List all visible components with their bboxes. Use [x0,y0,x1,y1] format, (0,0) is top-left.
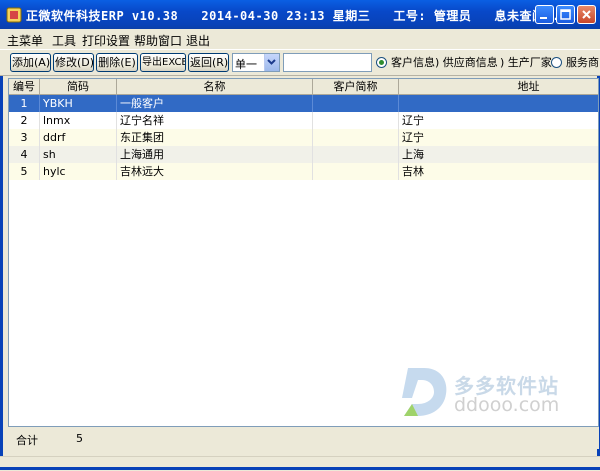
window-frame-left [0,29,3,470]
cell-name: 辽宁名祥 [117,112,313,129]
menu-exit[interactable]: 退出 [186,32,210,49]
maximize-icon [560,9,571,20]
table-row[interactable]: 1 YBKH 一般客户 [9,95,598,112]
table-row[interactable]: 2 lnmx 辽宁名祥 辽宁 [9,112,598,129]
radio-service-provider[interactable]: 服务商 [551,54,599,71]
cell-address: 辽宁 [399,129,598,146]
radio-service-provider-label: 服务商 [566,56,599,69]
delete-button[interactable]: 删除(E) [96,53,138,72]
cell-name: 一般客户 [117,95,313,112]
maximize-button[interactable] [556,5,575,24]
cell-name: 上海通用 [117,146,313,163]
close-icon [582,10,591,19]
title-bar[interactable]: 正微软件科技ERP v10.38 2014-04-30 23:13 星期三 工号… [0,0,600,29]
menu-main[interactable]: 主菜单 [7,32,43,49]
return-button[interactable]: 返回(R) [188,53,229,72]
total-label: 合计 [16,434,38,447]
radio-unselected-icon [551,57,562,68]
cell-id: 5 [9,163,40,180]
cell-id: 3 [9,129,40,146]
edit-button[interactable]: 修改(D) [53,53,94,72]
totals-bar: 合计 5 [8,427,599,449]
dropdown-arrow[interactable] [264,54,279,71]
cell-id: 2 [9,112,40,129]
export-excel-button[interactable]: 导出EXCEL [140,53,186,72]
cell-code: ddrf [40,129,117,146]
radio-customer-info-label: 客户信息 [391,56,435,69]
radio-supplier-info[interactable]: ) 供应商信息 [435,54,498,71]
cell-code: lnmx [40,112,117,129]
cell-address: 吉林 [399,163,598,180]
cell-address: 辽宁 [399,112,598,129]
cell-short-name [313,112,399,129]
close-button[interactable] [577,5,596,24]
radio-manufacturer-label: 生产厂家 [507,56,552,69]
cell-address: 上海 [399,146,598,163]
table-row[interactable]: 5 hylc 吉林远大 吉林 [9,163,598,180]
chevron-down-icon [267,59,276,65]
column-header-id[interactable]: 编号 [9,79,40,94]
cell-code: hylc [40,163,117,180]
toolbar: 添加(A) 修改(D) 删除(E) 导出EXCEL 返回(R) 单一 客户信息 … [0,49,600,76]
cell-name: 吉林远大 [117,163,313,180]
menu-print-settings[interactable]: 打印设置 [82,32,130,49]
column-header-code[interactable]: 简码 [40,79,117,94]
cell-code: sh [40,146,117,163]
cell-address [399,95,598,112]
minimize-button[interactable] [535,5,554,24]
cell-code: YBKH [40,95,117,112]
menu-bar: 主菜单 工具 打印设置 帮助窗口 退出 [0,29,600,49]
column-header-address[interactable]: 地址 [399,79,598,94]
cell-name: 东正集团 [117,129,313,146]
filter-select-value: 单一 [235,58,257,71]
total-count: 5 [76,432,83,445]
radio-customer-info[interactable]: 客户信息 [376,54,435,71]
cell-id: 1 [9,95,40,112]
filter-select[interactable]: 单一 [232,53,280,72]
cell-short-name [313,163,399,180]
customer-grid[interactable]: 编号 简码 名称 客户简称 地址 1 YBKH 一般客户 2 lnmx 辽宁名祥… [8,78,599,427]
radio-selected-icon [376,57,387,68]
window-title: 正微软件科技ERP v10.38 2014-04-30 23:13 星期三 工号… [26,9,568,23]
grid-header: 编号 简码 名称 客户简称 地址 [9,79,598,95]
column-header-short-name[interactable]: 客户简称 [313,79,399,94]
menu-tools[interactable]: 工具 [52,32,76,49]
cell-short-name [313,146,399,163]
add-button[interactable]: 添加(A) [10,53,51,72]
cell-short-name [313,95,399,112]
table-row[interactable]: 4 sh 上海通用 上海 [9,146,598,163]
menu-help-window[interactable]: 帮助窗口 [134,32,182,49]
table-row[interactable]: 3 ddrf 东正集团 辽宁 [9,129,598,146]
cell-id: 4 [9,146,40,163]
radio-supplier-info-label: 供应商信息 [442,56,498,69]
column-header-name[interactable]: 名称 [117,79,313,94]
radio-manufacturer[interactable]: ) 生产厂家 [500,54,552,71]
app-icon [6,7,22,23]
search-input[interactable] [283,53,372,72]
minimize-icon [540,17,547,19]
cell-short-name [313,129,399,146]
